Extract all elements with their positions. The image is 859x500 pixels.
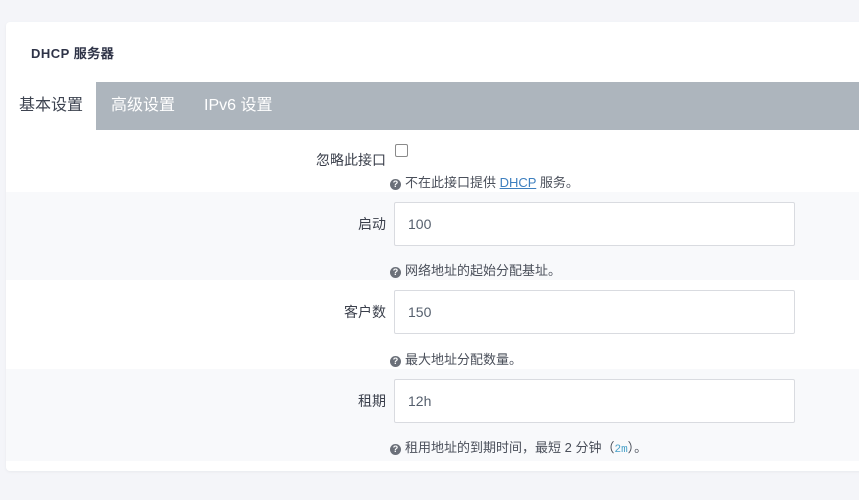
question-circle-icon: ? bbox=[390, 444, 401, 455]
start-label: 启动 bbox=[358, 216, 386, 232]
field-row-limit: 客户数 150 ? 最大地址分配数量。 bbox=[6, 280, 859, 369]
ignore-help-text: ? 不在此接口提供 DHCP 服务。 bbox=[390, 172, 579, 191]
start-input[interactable]: 100 bbox=[394, 202, 795, 246]
question-circle-icon: ? bbox=[390, 267, 401, 278]
tab-ipv6-settings[interactable]: IPv6 设置 bbox=[204, 82, 272, 130]
tab-label: 基本设置 bbox=[18, 97, 83, 114]
field-row-ignore: 忽略此接口 ? 不在此接口提供 DHCP 服务。 bbox=[6, 130, 859, 192]
tab-basic-settings[interactable]: 基本设置 bbox=[6, 82, 96, 130]
field-row-leasetime: 租期 12h ? 租用地址的到期时间，最短 2 分钟（2m）。 bbox=[6, 369, 859, 461]
question-circle-icon: ? bbox=[390, 356, 401, 367]
ignore-interface-checkbox[interactable] bbox=[395, 144, 408, 157]
dhcp-link[interactable]: DHCP bbox=[500, 175, 537, 190]
limit-label: 客户数 bbox=[344, 304, 386, 320]
start-help-text: ? 网络地址的起始分配基址。 bbox=[390, 260, 561, 279]
question-circle-icon: ? bbox=[390, 179, 401, 190]
field-row-start: 启动 100 ? 网络地址的起始分配基址。 bbox=[6, 192, 859, 280]
leasetime-label: 租期 bbox=[358, 393, 386, 409]
ignore-label: 忽略此接口 bbox=[316, 152, 386, 168]
leasetime-code-example: 2m bbox=[614, 444, 628, 456]
tab-advanced-settings[interactable]: 高级设置 bbox=[111, 82, 175, 130]
panel-title: DHCP 服务器 bbox=[31, 46, 115, 61]
leasetime-help-text: ? 租用地址的到期时间，最短 2 分钟（2m）。 bbox=[390, 437, 647, 456]
leasetime-input[interactable]: 12h bbox=[394, 379, 795, 423]
limit-input[interactable]: 150 bbox=[394, 290, 795, 334]
tab-label: IPv6 设置 bbox=[204, 97, 273, 114]
dhcp-server-panel: DHCP 服务器 基本设置 高级设置 IPv6 设置 忽略此接口 ? 不在此接口提… bbox=[6, 22, 859, 471]
tab-bar: 基本设置 高级设置 IPv6 设置 bbox=[6, 82, 859, 130]
limit-help-text: ? 最大地址分配数量。 bbox=[390, 349, 522, 368]
tab-label: 高级设置 bbox=[111, 97, 176, 114]
